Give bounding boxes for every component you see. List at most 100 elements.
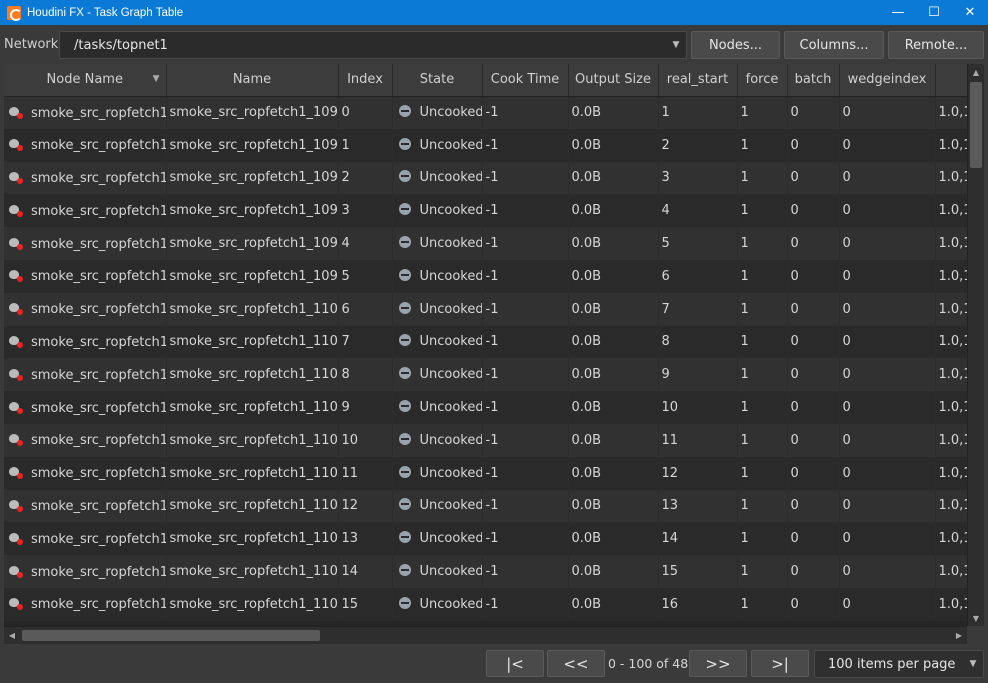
table-row[interactable]: smoke_src_ropfetch1 smoke_src_ropfetch1_1… (4, 522, 967, 556)
scroll-left-arrow-icon[interactable]: ◀ (4, 627, 20, 644)
cell-cook-time: -1 (482, 128, 569, 162)
table-row[interactable]: smoke_src_ropfetch1 smoke_src_ropfetch1_1… (4, 128, 967, 162)
column-header-cook-time[interactable]: Cook Time (482, 64, 569, 97)
cell-batch: 0 (787, 522, 840, 556)
table-row[interactable]: smoke_src_ropfetch1 smoke_src_ropfetch1_1… (4, 391, 967, 424)
cell-wedgeindex: 0 (839, 358, 936, 392)
cell-r: 1.0,1 (935, 391, 967, 424)
table-row[interactable]: smoke_src_ropfetch1 smoke_src_ropfetch1_1… (4, 358, 967, 392)
close-button[interactable]: ✕ (952, 0, 988, 25)
previous-page-button[interactable]: << (547, 650, 605, 677)
cell-cook-time: -1 (482, 489, 569, 523)
horizontal-scrollbar[interactable]: ◀ ▶ (4, 626, 967, 644)
cell-output-size: 0.0B (568, 522, 659, 556)
scroll-right-arrow-icon[interactable]: ▶ (951, 627, 967, 644)
scroll-down-arrow-icon[interactable]: ▼ (968, 610, 984, 626)
horizontal-scroll-thumb[interactable] (22, 630, 320, 641)
cell-wedgeindex: 0 (839, 423, 936, 457)
cell-state: Uncooked (392, 325, 483, 359)
cell-force: 1 (737, 587, 788, 621)
table-row[interactable]: smoke_src_ropfetch1 smoke_src_ropfetch1_1… (4, 194, 967, 228)
table-row[interactable]: smoke_src_ropfetch1 smoke_src_ropfetch1_1… (4, 96, 967, 129)
cell-force: 1 (737, 456, 788, 490)
cell-force: 1 (737, 194, 788, 228)
cell-r: 1.0,1 (935, 522, 967, 556)
columns-button[interactable]: Columns... (784, 31, 884, 59)
column-header-index[interactable]: Index (338, 64, 393, 97)
cell-node-name: smoke_src_ropfetch1 (4, 587, 167, 621)
uncooked-state-icon (398, 531, 411, 544)
column-header-real-start[interactable]: real_start (658, 64, 738, 97)
page-range-info: 0 - 100 of 480 (608, 656, 697, 671)
uncooked-state-icon (398, 596, 411, 609)
cell-batch: 0 (787, 292, 840, 326)
table-row[interactable]: smoke_src_ropfetch1 smoke_src_ropfetch1_1… (4, 489, 967, 523)
cell-batch: 0 (787, 161, 840, 195)
window-controls: — ☐ ✕ (880, 0, 988, 25)
table-row[interactable]: smoke_src_ropfetch1 smoke_src_ropfetch1_1… (4, 555, 967, 588)
column-header-batch[interactable]: batch (787, 64, 840, 97)
table-row[interactable]: smoke_src_ropfetch1 smoke_src_ropfetch1_1… (4, 325, 967, 359)
cell-r: 1.0,1 (935, 96, 967, 129)
column-header-r[interactable]: r (935, 64, 967, 97)
scroll-up-arrow-icon[interactable]: ▲ (968, 64, 984, 80)
cell-output-size: 0.0B (568, 587, 659, 621)
table-row[interactable]: smoke_src_ropfetch1 smoke_src_ropfetch1_1… (4, 161, 967, 195)
dropdown-arrow-icon[interactable]: ▼ (963, 651, 983, 677)
cell-name: smoke_src_ropfetch1_1109 (166, 587, 339, 621)
cell-index: 9 (338, 391, 393, 424)
network-path-combo[interactable]: /tasks/topnet1 ▼ (59, 31, 687, 59)
vertical-scrollbar[interactable]: ▲ ▼ (967, 64, 984, 626)
column-header-node-name[interactable]: Node Name ▼ (4, 64, 167, 97)
cell-state: Uncooked (392, 423, 483, 457)
table-row[interactable]: smoke_src_ropfetch1 smoke_src_ropfetch1_1… (4, 259, 967, 293)
cell-cook-time: -1 (482, 259, 569, 293)
cell-cook-time: -1 (482, 325, 569, 359)
items-per-page-select[interactable]: 100 items per page ▼ (814, 650, 984, 678)
cell-name: smoke_src_ropfetch1_1104 (166, 423, 339, 457)
nodes-button[interactable]: Nodes... (691, 31, 780, 59)
cell-batch: 0 (787, 587, 840, 621)
cell-node-name: smoke_src_ropfetch1 (4, 325, 167, 359)
ropfetch-node-icon (9, 137, 23, 152)
maximize-button[interactable]: ☐ (916, 0, 952, 25)
next-page-button[interactable]: >> (689, 650, 747, 677)
cell-output-size: 0.0B (568, 325, 659, 359)
ropfetch-node-icon (9, 400, 23, 414)
cell-cook-time: -1 (482, 456, 569, 490)
column-header-output-size[interactable]: Output Size (568, 64, 659, 97)
column-header-force[interactable]: force (737, 64, 788, 97)
cell-real-start: 14 (658, 522, 738, 556)
first-page-button[interactable]: |< (486, 650, 544, 677)
cell-index: 8 (338, 358, 393, 392)
column-header-name[interactable]: Name (166, 64, 339, 97)
cell-real-start: 16 (658, 587, 738, 621)
column-header-state[interactable]: State (392, 64, 483, 97)
minimize-button[interactable]: — (880, 0, 916, 25)
cell-r: 1.0,1 (935, 358, 967, 392)
last-page-button[interactable]: >| (751, 650, 809, 677)
cell-r: 1.0,1 (935, 587, 967, 621)
table-row[interactable]: smoke_src_ropfetch1 smoke_src_ropfetch1_1… (4, 587, 967, 621)
table-row[interactable]: smoke_src_ropfetch1 smoke_src_ropfetch1_1… (4, 423, 967, 457)
column-header-wedgeindex[interactable]: wedgeindex (839, 64, 936, 97)
cell-real-start: 8 (658, 325, 738, 359)
table-row[interactable]: smoke_src_ropfetch1 smoke_src_ropfetch1_1… (4, 227, 967, 260)
cell-batch: 0 (787, 358, 840, 392)
ropfetch-node-icon (9, 268, 23, 283)
cell-state: Uncooked (392, 489, 483, 523)
remote-button[interactable]: Remote... (888, 31, 984, 59)
cell-batch: 0 (787, 325, 840, 359)
table-row[interactable]: smoke_src_ropfetch1 smoke_src_ropfetch1_1… (4, 292, 967, 326)
cell-output-size: 0.0B (568, 358, 659, 392)
table-row[interactable]: smoke_src_ropfetch1 smoke_src_ropfetch1_1… (4, 456, 967, 490)
cell-node-name: smoke_src_ropfetch1 (4, 522, 167, 556)
ropfetch-node-icon (9, 170, 23, 184)
vertical-scroll-thumb[interactable] (970, 82, 982, 168)
cell-real-start: 5 (658, 227, 738, 260)
cell-real-start: 7 (658, 292, 738, 326)
table-body: smoke_src_ropfetch1 smoke_src_ropfetch1_1… (4, 96, 967, 621)
cell-output-size: 0.0B (568, 456, 659, 490)
ropfetch-node-icon (9, 203, 23, 217)
dropdown-arrow-icon[interactable]: ▼ (666, 32, 686, 58)
